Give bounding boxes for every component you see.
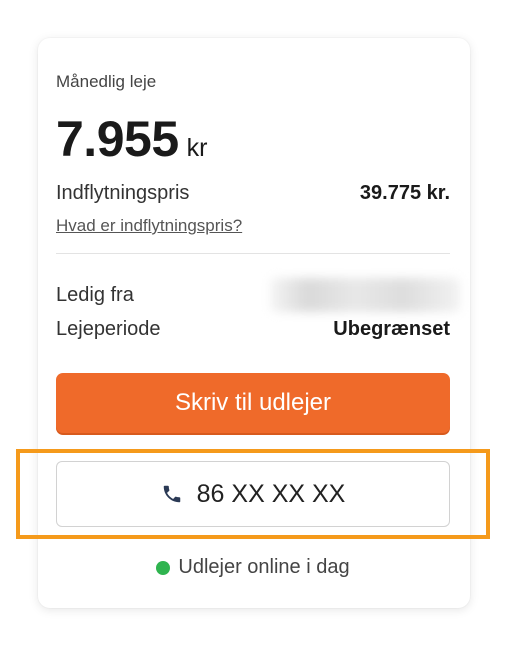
landlord-status: Udlejer online i dag [56, 556, 450, 579]
phone-button[interactable]: 86 XX XX XX [56, 461, 450, 527]
monthly-rent-label: Månedlig leje [56, 72, 157, 91]
rental-period-value: Ubegrænset [333, 318, 450, 340]
price-unit: kr [186, 134, 208, 162]
phone-number: 86 XX XX XX [196, 479, 346, 508]
available-from-row: Ledig fra [56, 278, 460, 312]
move-in-price-label: Indflytningspris [56, 182, 190, 204]
divider [56, 253, 450, 254]
rental-period-label: Lejeperiode [56, 318, 161, 340]
landlord-status-text: Udlejer online i dag [178, 556, 350, 578]
listing-price-card: Månedlig leje 7.955 kr Indflytningspris … [38, 38, 470, 608]
available-from-label: Ledig fra [56, 283, 134, 306]
available-from-value-blurred [270, 278, 460, 312]
online-status-dot [156, 560, 171, 575]
price-display: 7.955 kr [56, 110, 207, 168]
contact-landlord-button[interactable]: Skriv til udlejer [56, 373, 450, 433]
page: Månedlig leje 7.955 kr Indflytningspris … [0, 0, 510, 648]
move-in-price-help-link[interactable]: Hvad er indflytningspris? [56, 216, 242, 236]
rental-period-row: Lejeperiode Ubegrænset [56, 318, 450, 341]
card-content: Månedlig leje 7.955 kr Indflytningspris … [56, 38, 460, 608]
price-value: 7.955 [56, 111, 179, 167]
move-in-price-row: Indflytningspris 39.775 kr. [56, 182, 450, 205]
phone-icon [163, 485, 180, 503]
move-in-price-value: 39.775 kr. [359, 182, 450, 204]
